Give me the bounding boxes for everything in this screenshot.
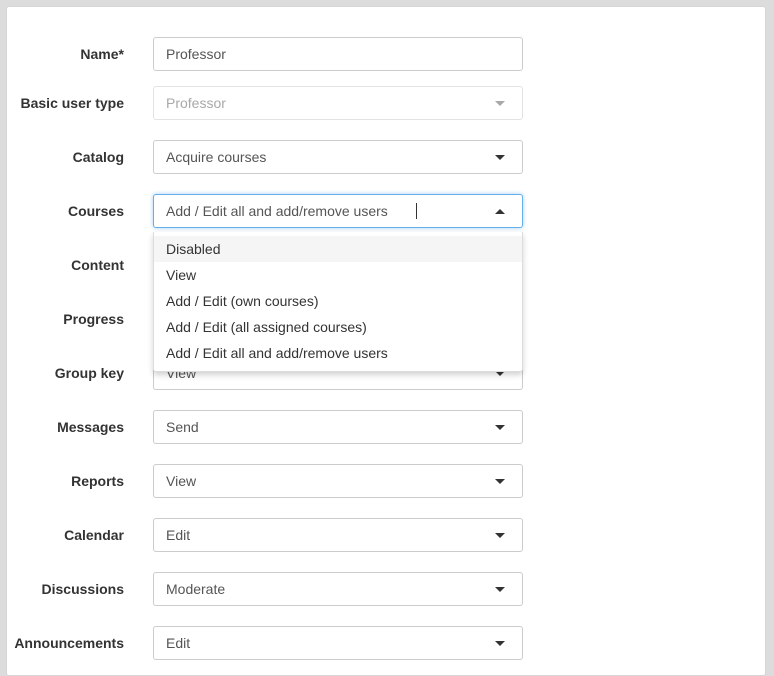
label-catalog: Catalog — [72, 149, 124, 165]
label-group-key: Group key — [54, 365, 124, 381]
catalog-value: Acquire courses — [166, 149, 267, 165]
label-content: Content — [71, 257, 124, 273]
basic-user-type-select: Professor — [153, 86, 523, 120]
caret-up-icon — [495, 209, 505, 214]
discussions-select[interactable]: Moderate — [153, 572, 523, 606]
row-name: Name* Professor — [7, 37, 767, 71]
user-type-form-panel: Name* Professor Basic user type Professo… — [6, 6, 766, 676]
caret-down-icon — [495, 155, 505, 160]
label-courses: Courses — [67, 203, 124, 219]
row-basic-user-type: Basic user type Professor — [7, 86, 767, 120]
label-calendar: Calendar — [64, 527, 124, 543]
courses-dropdown-menu: Disabled View Add / Edit (own courses) A… — [153, 232, 523, 372]
courses-option-disabled[interactable]: Disabled — [154, 236, 522, 262]
messages-select[interactable]: Send — [153, 410, 523, 444]
caret-down-icon — [495, 641, 505, 646]
courses-option-add-edit-own[interactable]: Add / Edit (own courses) — [154, 288, 522, 314]
courses-select[interactable]: Add / Edit all and add/remove users — [153, 194, 523, 228]
row-messages: Messages Send — [7, 410, 767, 444]
caret-down-icon — [495, 101, 505, 106]
text-cursor — [416, 203, 417, 219]
label-basic-user-type: Basic user type — [20, 95, 125, 111]
caret-down-icon — [495, 479, 505, 484]
row-courses: Courses Add / Edit all and add/remove us… — [7, 194, 767, 228]
label-reports: Reports — [71, 473, 124, 489]
row-reports: Reports View — [7, 464, 767, 498]
row-catalog: Catalog Acquire courses — [7, 140, 767, 174]
caret-down-icon — [495, 533, 505, 538]
name-input[interactable]: Professor — [153, 37, 523, 71]
row-discussions: Discussions Moderate — [7, 572, 767, 606]
courses-option-add-edit-assigned[interactable]: Add / Edit (all assigned courses) — [154, 314, 522, 340]
announcements-select[interactable]: Edit — [153, 626, 523, 660]
discussions-value: Moderate — [166, 581, 226, 597]
calendar-select[interactable]: Edit — [153, 518, 523, 552]
caret-down-icon — [495, 425, 505, 430]
courses-option-add-edit-all[interactable]: Add / Edit all and add/remove users — [154, 340, 522, 366]
reports-value: View — [166, 473, 197, 489]
messages-value: Send — [166, 419, 199, 435]
label-announcements: Announcements — [14, 635, 124, 651]
row-calendar: Calendar Edit — [7, 518, 767, 552]
catalog-select[interactable]: Acquire courses — [153, 140, 523, 174]
label-discussions: Discussions — [41, 581, 124, 597]
label-messages: Messages — [57, 419, 124, 435]
reports-select[interactable]: View — [153, 464, 523, 498]
label-progress: Progress — [63, 311, 124, 327]
name-input-value: Professor — [166, 46, 226, 62]
label-name: Name* — [80, 46, 124, 62]
calendar-value: Edit — [166, 527, 191, 543]
courses-option-view[interactable]: View — [154, 262, 522, 288]
caret-down-icon — [495, 587, 505, 592]
announcements-value: Edit — [166, 635, 191, 651]
row-announcements: Announcements Edit — [7, 626, 767, 660]
courses-value: Add / Edit all and add/remove users — [166, 203, 388, 219]
basic-user-type-value: Professor — [166, 95, 226, 111]
